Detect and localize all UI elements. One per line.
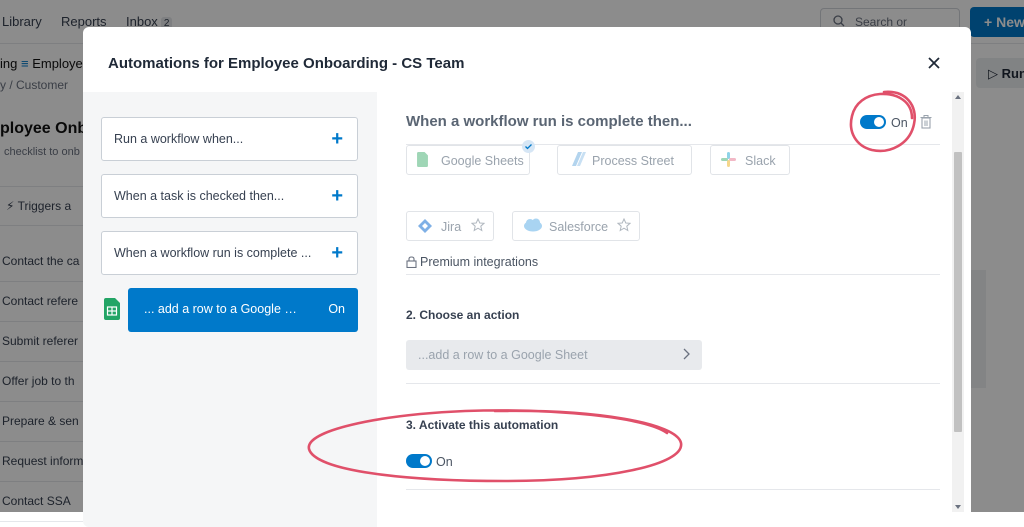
star-icon [616, 217, 632, 235]
integration-label: Process Street [592, 154, 674, 168]
integration-slack[interactable]: Slack [710, 145, 790, 175]
integration-label: Google Sheets [441, 154, 524, 168]
integration-label: Salesforce [549, 220, 609, 234]
chevron-right-icon [682, 348, 690, 363]
salesforce-icon [523, 218, 543, 235]
plus-icon: + [331, 128, 343, 150]
integration-label: Slack [745, 154, 776, 168]
trigger-label: When a task is checked then... [114, 189, 285, 203]
automation-status: On [328, 302, 345, 316]
integration-salesforce[interactable]: Salesforce [512, 211, 640, 241]
automations-modal: Automations for Employee Onboarding - CS… [83, 27, 971, 527]
automation-label: ... add a row to a Google She... [144, 302, 304, 316]
divider [406, 274, 940, 275]
trash-icon[interactable] [920, 115, 932, 134]
step-3-title: 3. Activate this automation [406, 418, 559, 432]
toggle-label: On [436, 455, 453, 469]
close-icon[interactable] [925, 54, 943, 72]
scrollbar[interactable] [952, 92, 964, 512]
integration-google-sheets[interactable]: Google Sheets [406, 140, 535, 175]
step-2-title: 2. Choose an action [406, 308, 520, 322]
modal-header: Automations for Employee Onboarding - CS… [83, 27, 971, 92]
toggle-label: On [891, 116, 908, 130]
scroll-up-icon[interactable] [955, 95, 961, 99]
scrollbar-thumb[interactable] [954, 152, 962, 432]
automation-detail-pane: When a workflow run is complete then... … [377, 92, 971, 527]
activate-automation-toggle[interactable] [406, 454, 432, 468]
automation-list-pane: Run a workflow when... + When a task is … [83, 92, 377, 527]
lock-icon [406, 256, 417, 269]
trigger-workflow-run-complete[interactable]: When a workflow run is complete ... + [101, 231, 358, 275]
process-street-icon [568, 152, 586, 169]
scroll-down-icon[interactable] [955, 505, 961, 509]
automation-enabled-toggle[interactable] [860, 115, 886, 129]
action-select[interactable]: ...add a row to a Google Sheet [406, 340, 702, 370]
plus-icon: + [331, 185, 343, 207]
integration-jira[interactable]: Jira [406, 211, 494, 241]
action-select-value: ...add a row to a Google Sheet [418, 348, 588, 362]
google-sheets-icon [104, 298, 120, 325]
jira-icon [417, 218, 433, 237]
trigger-run-workflow-when[interactable]: Run a workflow when... + [101, 117, 358, 161]
premium-label: Premium integrations [420, 255, 539, 269]
google-sheets-icon [417, 152, 428, 170]
star-icon [470, 217, 486, 235]
premium-integrations-label: Premium integrations [406, 255, 538, 269]
left-scroll-track [377, 92, 385, 527]
toggle-knob [420, 456, 430, 466]
active-automation-item[interactable]: ... add a row to a Google She... On [128, 288, 358, 332]
trigger-label: When a workflow run is complete ... [114, 246, 312, 260]
plus-icon: + [331, 242, 343, 264]
divider [406, 489, 940, 490]
slack-icon [721, 152, 736, 170]
divider [406, 383, 940, 384]
check-icon [522, 140, 535, 153]
modal-title: Automations for Employee Onboarding - CS… [108, 55, 465, 72]
integration-label: Jira [441, 220, 462, 234]
section-title: When a workflow run is complete then... [406, 113, 692, 130]
integration-process-street[interactable]: Process Street [557, 145, 692, 175]
trigger-task-checked[interactable]: When a task is checked then... + [101, 174, 358, 218]
trigger-label: Run a workflow when... [114, 132, 244, 146]
toggle-knob [874, 117, 884, 127]
